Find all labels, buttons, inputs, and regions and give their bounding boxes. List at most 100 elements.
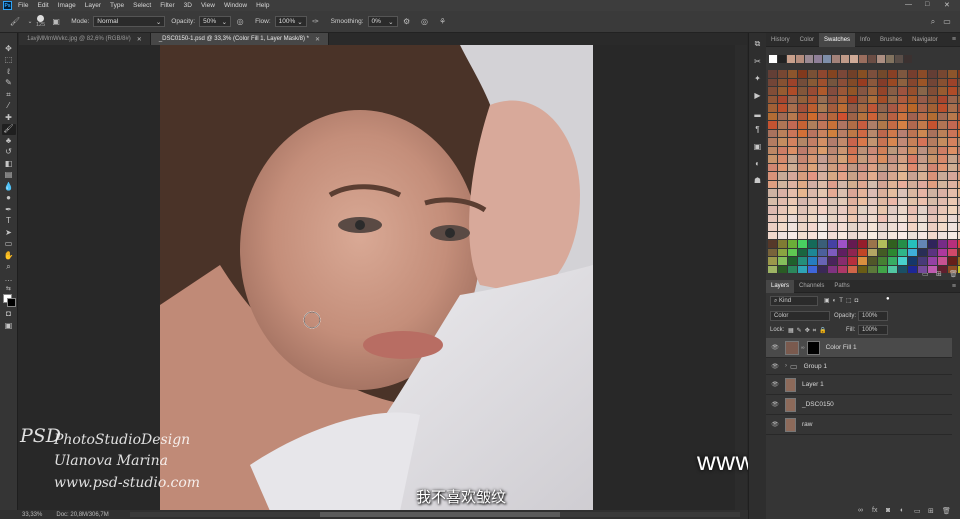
layer-filter-icons[interactable]: ▣◐T⬚◘	[824, 297, 861, 304]
swatch[interactable]	[828, 172, 837, 180]
swatch[interactable]	[778, 231, 787, 239]
swatch[interactable]	[848, 129, 857, 137]
swatch[interactable]	[778, 214, 787, 222]
swatch[interactable]	[808, 223, 817, 231]
swatch[interactable]	[898, 78, 907, 86]
swatch[interactable]	[888, 104, 897, 112]
more-tools-icon[interactable]: …	[2, 273, 16, 285]
swatch[interactable]	[908, 163, 917, 171]
swatch[interactable]	[808, 129, 817, 137]
swatch[interactable]	[768, 138, 777, 146]
swatch[interactable]	[788, 70, 797, 78]
swatch[interactable]	[808, 180, 817, 188]
recent-swatch[interactable]	[832, 55, 840, 63]
swatch[interactable]	[838, 223, 847, 231]
swatch[interactable]	[848, 146, 857, 154]
swatch[interactable]	[868, 257, 877, 265]
swatch[interactable]	[858, 189, 867, 197]
swatch[interactable]	[768, 197, 777, 205]
filter-kind-select[interactable]: ⌕ Kind	[770, 296, 818, 306]
swatch[interactable]	[768, 240, 777, 248]
swatch[interactable]	[778, 223, 787, 231]
clone-source-panel-icon[interactable]: ✦	[752, 71, 764, 85]
swatch[interactable]	[808, 121, 817, 129]
swatch[interactable]	[818, 104, 827, 112]
swatch[interactable]	[768, 180, 777, 188]
swatch[interactable]	[828, 180, 837, 188]
swatch[interactable]	[868, 129, 877, 137]
swatch[interactable]	[918, 112, 927, 120]
swatch[interactable]	[788, 265, 797, 273]
swatch[interactable]	[768, 189, 777, 197]
swatch[interactable]	[768, 104, 777, 112]
swatch[interactable]	[858, 121, 867, 129]
swatch[interactable]	[838, 104, 847, 112]
recent-swatch[interactable]	[895, 55, 903, 63]
swatch[interactable]	[798, 138, 807, 146]
brush-tool-icon[interactable]: 🖌	[9, 16, 21, 28]
swatch[interactable]	[808, 231, 817, 239]
swatch[interactable]	[888, 189, 897, 197]
swatch[interactable]	[918, 223, 927, 231]
menu-filter[interactable]: Filter	[160, 2, 174, 9]
flow-field[interactable]: 100% ⌄	[274, 16, 307, 27]
swatch[interactable]	[948, 121, 957, 129]
swatch[interactable]	[898, 189, 907, 197]
swatch[interactable]	[908, 206, 917, 214]
recent-swatch[interactable]	[886, 55, 894, 63]
swatch[interactable]	[778, 104, 787, 112]
swatch[interactable]	[938, 163, 947, 171]
swatch[interactable]	[808, 87, 817, 95]
swatch[interactable]	[918, 95, 927, 103]
swatch[interactable]	[828, 138, 837, 146]
swatch[interactable]	[878, 138, 887, 146]
zoom-tool-icon[interactable]: ⌕	[2, 262, 16, 274]
quick-select-tool-icon[interactable]: ✎	[2, 78, 16, 90]
swatch[interactable]	[778, 78, 787, 86]
swatch[interactable]	[868, 70, 877, 78]
swatch[interactable]	[848, 248, 857, 256]
swatch[interactable]	[928, 206, 937, 214]
swatch[interactable]	[788, 240, 797, 248]
swatch[interactable]	[868, 180, 877, 188]
swatch[interactable]	[938, 214, 947, 222]
swatch[interactable]	[808, 70, 817, 78]
swatch[interactable]	[788, 138, 797, 146]
swatch[interactable]	[948, 70, 957, 78]
swatch[interactable]	[888, 112, 897, 120]
swatch[interactable]	[908, 197, 917, 205]
recent-swatch[interactable]	[769, 55, 777, 63]
swatch[interactable]	[928, 95, 937, 103]
swatch[interactable]	[778, 155, 787, 163]
swatch[interactable]	[898, 248, 907, 256]
swatch[interactable]	[938, 95, 947, 103]
swatch[interactable]	[898, 104, 907, 112]
swatch[interactable]	[768, 172, 777, 180]
swatch[interactable]	[778, 180, 787, 188]
swatch[interactable]	[818, 129, 827, 137]
swatch[interactable]	[938, 189, 947, 197]
swatch[interactable]	[868, 138, 877, 146]
path-select-tool-icon[interactable]: ➤	[2, 227, 16, 239]
swatch[interactable]	[828, 265, 837, 273]
swatch[interactable]	[908, 78, 917, 86]
swatch[interactable]	[798, 248, 807, 256]
tab-channels[interactable]: Channels	[794, 280, 829, 293]
swatch[interactable]	[888, 163, 897, 171]
swatch[interactable]	[808, 214, 817, 222]
swatch[interactable]	[828, 104, 837, 112]
swatch[interactable]	[768, 214, 777, 222]
background-color[interactable]	[6, 297, 16, 307]
swatch[interactable]	[768, 78, 777, 86]
swatch[interactable]	[888, 231, 897, 239]
recent-swatch[interactable]	[805, 55, 813, 63]
swatch[interactable]	[938, 138, 947, 146]
swatch[interactable]	[928, 78, 937, 86]
swatch[interactable]	[838, 112, 847, 120]
smoothing-field[interactable]: 0% ⌄	[367, 16, 398, 27]
swatch[interactable]	[848, 78, 857, 86]
swatch[interactable]	[808, 265, 817, 273]
swatch[interactable]	[828, 248, 837, 256]
swatch[interactable]	[898, 95, 907, 103]
swatch[interactable]	[888, 265, 897, 273]
